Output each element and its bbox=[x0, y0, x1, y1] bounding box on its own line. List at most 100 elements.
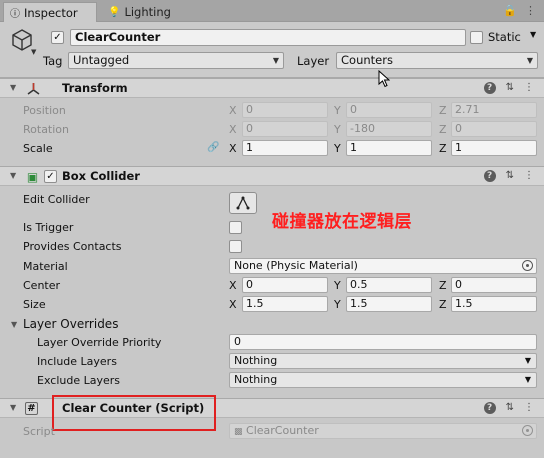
exclude-layers-label: Exclude Layers bbox=[37, 374, 120, 387]
tag-label: Tag bbox=[43, 54, 63, 68]
exclude-layers-value: Nothing bbox=[234, 373, 278, 386]
scale-x-field[interactable]: 1 bbox=[242, 140, 328, 156]
layer-dropdown[interactable]: Counters ▼ bbox=[336, 52, 538, 69]
material-label: Material bbox=[23, 260, 68, 273]
light-bulb-icon: 💡 bbox=[108, 6, 121, 18]
script-icon: # bbox=[25, 402, 38, 415]
box-collider-icon: ▣ bbox=[26, 169, 39, 184]
position-x-field: 0 bbox=[242, 102, 328, 118]
rotation-label: Rotation bbox=[23, 123, 70, 136]
link-icon[interactable]: 🔗 bbox=[207, 142, 219, 153]
script-value: ClearCounter bbox=[246, 424, 319, 437]
scale-y-field[interactable]: 1 bbox=[346, 140, 432, 156]
object-picker-icon bbox=[522, 425, 533, 436]
is-trigger-checkbox[interactable] bbox=[229, 221, 242, 234]
annotation-text: 碰撞器放在逻辑层 bbox=[272, 212, 412, 232]
axis-x-label: X bbox=[229, 123, 237, 136]
object-name-field[interactable]: ClearCounter bbox=[70, 29, 466, 46]
tab-inspector-label: Inspector bbox=[24, 5, 78, 20]
include-layers-dropdown[interactable]: Nothing ▼ bbox=[229, 353, 537, 369]
box-collider-title: Box Collider bbox=[62, 169, 140, 183]
fold-arrow-icon[interactable]: ▼ bbox=[10, 83, 16, 92]
scale-label: Scale bbox=[23, 142, 53, 155]
tab-inspector[interactable]: ⓘ Inspector bbox=[3, 2, 97, 22]
more-menu-icon[interactable]: ⋮ bbox=[524, 402, 534, 414]
chevron-down-icon: ▼ bbox=[524, 356, 531, 365]
script-field: ▩ ClearCounter bbox=[229, 423, 537, 439]
chevron-down-icon: ▼ bbox=[524, 375, 531, 384]
rotation-z-field: 0 bbox=[451, 121, 537, 137]
material-value: None (Physic Material) bbox=[234, 259, 358, 272]
axis-z-label: Z bbox=[439, 123, 447, 136]
layer-label: Layer bbox=[297, 54, 330, 68]
component-tools: ? ⇅ ⋮ bbox=[483, 82, 534, 94]
exclude-layers-dropdown[interactable]: Nothing ▼ bbox=[229, 372, 537, 388]
layer-override-priority-field[interactable]: 0 bbox=[229, 334, 537, 350]
script-label: Script bbox=[23, 425, 55, 438]
fold-arrow-icon[interactable]: ▼ bbox=[10, 171, 16, 180]
size-label: Size bbox=[23, 298, 46, 311]
axis-x-label: X bbox=[229, 279, 237, 292]
tab-bar: ⓘ Inspector 💡 Lighting 🔒 ⋮ bbox=[0, 0, 544, 22]
center-x-field[interactable]: 0 bbox=[242, 277, 328, 293]
center-z-field[interactable]: 0 bbox=[451, 277, 537, 293]
transform-header[interactable]: ▼ Transform ? ⇅ ⋮ bbox=[0, 78, 544, 98]
layer-override-priority-label: Layer Override Priority bbox=[37, 336, 162, 349]
layer-overrides-foldout[interactable]: Layer Overrides bbox=[23, 317, 118, 331]
help-icon[interactable]: ? bbox=[483, 170, 496, 182]
is-trigger-label: Is Trigger bbox=[23, 221, 74, 234]
help-icon[interactable]: ? bbox=[483, 402, 496, 414]
position-y-field: 0 bbox=[346, 102, 432, 118]
edit-collider-label: Edit Collider bbox=[23, 193, 90, 206]
box-collider-enabled-toggle[interactable]: ✓ bbox=[44, 170, 57, 183]
tab-lighting[interactable]: 💡 Lighting bbox=[102, 2, 177, 22]
rotation-x-field: 0 bbox=[242, 121, 328, 137]
position-z-field: 2.71 bbox=[451, 102, 537, 118]
edit-collider-button[interactable] bbox=[229, 192, 257, 214]
icon-dropdown-icon[interactable]: ▼ bbox=[31, 48, 36, 56]
axis-x-label: X bbox=[229, 104, 237, 117]
provides-contacts-label: Provides Contacts bbox=[23, 240, 122, 253]
axis-y-label: Y bbox=[334, 298, 341, 311]
edit-shape-icon bbox=[236, 196, 250, 210]
object-picker-icon[interactable] bbox=[522, 260, 533, 271]
box-collider-header[interactable]: ▼ ▣ ✓ Box Collider ? ⇅ ⋮ bbox=[0, 166, 544, 186]
axis-z-label: Z bbox=[439, 279, 447, 292]
center-label: Center bbox=[23, 279, 61, 292]
highlight-box bbox=[52, 395, 216, 431]
active-toggle[interactable]: ✓ bbox=[51, 31, 64, 44]
help-icon[interactable]: ? bbox=[483, 82, 496, 94]
size-x-field[interactable]: 1.5 bbox=[242, 296, 328, 312]
preset-icon[interactable]: ⇅ bbox=[506, 402, 514, 414]
tab-lighting-label: Lighting bbox=[124, 5, 171, 19]
more-menu-icon[interactable]: ⋮ bbox=[524, 170, 534, 182]
center-y-field[interactable]: 0.5 bbox=[346, 277, 432, 293]
tag-value: Untagged bbox=[73, 53, 130, 67]
provides-contacts-checkbox[interactable] bbox=[229, 240, 242, 253]
more-menu-icon[interactable]: ⋮ bbox=[524, 82, 534, 94]
lock-icon[interactable]: 🔒 bbox=[503, 4, 517, 17]
static-checkbox[interactable] bbox=[470, 31, 483, 44]
preset-icon[interactable]: ⇅ bbox=[506, 82, 514, 94]
position-label: Position bbox=[23, 104, 66, 117]
preset-icon[interactable]: ⇅ bbox=[506, 170, 514, 182]
chevron-down-icon: ▼ bbox=[272, 56, 279, 65]
layer-value: Counters bbox=[341, 53, 393, 67]
component-tools: ? ⇅ ⋮ bbox=[483, 170, 534, 182]
scale-z-field[interactable]: 1 bbox=[451, 140, 537, 156]
material-field[interactable]: None (Physic Material) bbox=[229, 258, 537, 274]
more-menu-icon[interactable]: ⋮ bbox=[525, 4, 536, 17]
axis-y-label: Y bbox=[334, 279, 341, 292]
axis-x-label: X bbox=[229, 142, 237, 155]
axis-y-label: Y bbox=[334, 142, 341, 155]
axis-y-label: Y bbox=[334, 123, 341, 136]
fold-arrow-icon[interactable]: ▼ bbox=[10, 403, 16, 412]
tag-dropdown[interactable]: Untagged ▼ bbox=[68, 52, 284, 69]
axis-z-label: Z bbox=[439, 104, 447, 117]
size-z-field[interactable]: 1.5 bbox=[451, 296, 537, 312]
fold-arrow-icon[interactable]: ▼ bbox=[11, 320, 17, 329]
include-layers-label: Include Layers bbox=[37, 355, 117, 368]
static-dropdown-icon[interactable]: ▼ bbox=[530, 30, 536, 39]
size-y-field[interactable]: 1.5 bbox=[346, 296, 432, 312]
axis-x-label: X bbox=[229, 298, 237, 311]
